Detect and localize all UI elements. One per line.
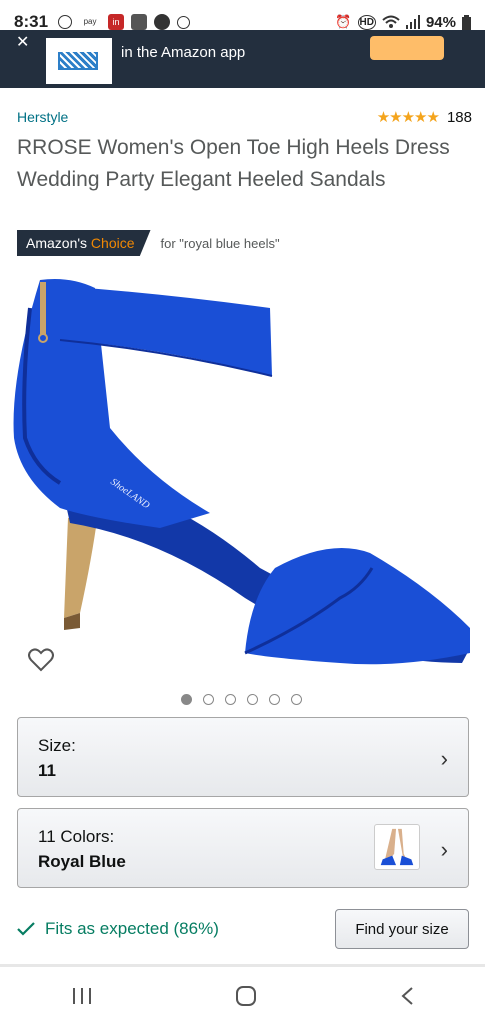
battery-level: 94% — [425, 13, 456, 31]
wifi-icon — [382, 15, 400, 28]
rating[interactable]: ★★★★★ 188 — [376, 108, 472, 127]
status-time: 8:31 — [14, 12, 49, 31]
color-selector[interactable]: 11 Colors: Royal Blue › — [17, 808, 469, 888]
size-label: Size: — [38, 736, 76, 755]
carousel-dot[interactable] — [225, 694, 236, 705]
vpn-icon — [177, 15, 191, 29]
checkmark-icon — [17, 922, 35, 936]
find-your-size-button[interactable]: Find your size — [335, 909, 469, 949]
carousel-dot[interactable] — [181, 694, 192, 705]
carousel-dot[interactable] — [269, 694, 280, 705]
hd-icon: HD — [357, 14, 376, 30]
fit-row: Fits as expected (86%) Find your size — [17, 908, 469, 950]
banner-text: in the Amazon app — [121, 44, 246, 61]
size-selector[interactable]: Size: 11 › — [17, 717, 469, 797]
back-icon[interactable] — [400, 986, 414, 1006]
pay-icon: pay — [83, 17, 97, 26]
messenger-icon — [154, 14, 171, 30]
fit-text[interactable]: Fits as expected (86%) — [45, 919, 219, 939]
close-icon[interactable]: ✕ — [16, 32, 29, 52]
home-icon[interactable] — [235, 985, 257, 1007]
android-nav-bar — [0, 967, 485, 1024]
brand-rating-row: Herstyle ★★★★★ 188 — [17, 108, 472, 127]
carousel-dot[interactable] — [203, 694, 214, 705]
brand-link[interactable]: Herstyle — [17, 109, 68, 125]
amazons-choice-row: Amazon's Choice for "royal blue heels" — [17, 230, 280, 256]
review-count[interactable]: 188 — [447, 109, 472, 126]
circle-icon — [58, 15, 73, 29]
amazon-app-icon — [46, 38, 112, 84]
carousel-dot[interactable] — [291, 694, 302, 705]
color-swatch-thumbnail — [374, 824, 420, 870]
status-right: ⏰ HD 94% — [335, 14, 471, 31]
chevron-right-icon: › — [440, 746, 448, 771]
product-title: RROSE Women's Open Toe High Heels Dress … — [17, 136, 450, 191]
color-label: 11 Colors: — [38, 827, 115, 846]
chevron-right-icon: › — [440, 837, 448, 862]
recent-apps-icon[interactable] — [72, 987, 92, 1005]
heart-icon[interactable] — [28, 648, 54, 672]
color-value: Royal Blue — [38, 852, 126, 871]
amazons-choice-badge: Amazon's Choice — [17, 230, 151, 256]
star-rating-icon: ★★★★★ — [376, 109, 440, 126]
open-app-button[interactable] — [370, 36, 444, 60]
linkedin-icon: in — [108, 14, 125, 30]
choice-prefix: Amazon's — [26, 235, 88, 251]
product-image[interactable]: ShoeLAND — [0, 268, 485, 688]
alarm-icon: ⏰ — [335, 14, 352, 29]
carousel-dot[interactable] — [247, 694, 258, 705]
slack-icon — [131, 14, 148, 30]
image-carousel-dots[interactable] — [181, 694, 302, 705]
choice-keyword: for "royal blue heels" — [160, 235, 280, 251]
app-banner[interactable]: ✕ in the Amazon app — [0, 30, 485, 88]
size-value: 11 — [38, 761, 56, 780]
battery-icon — [462, 14, 471, 30]
choice-word: Choice — [90, 235, 135, 251]
signal-icon — [405, 15, 420, 29]
